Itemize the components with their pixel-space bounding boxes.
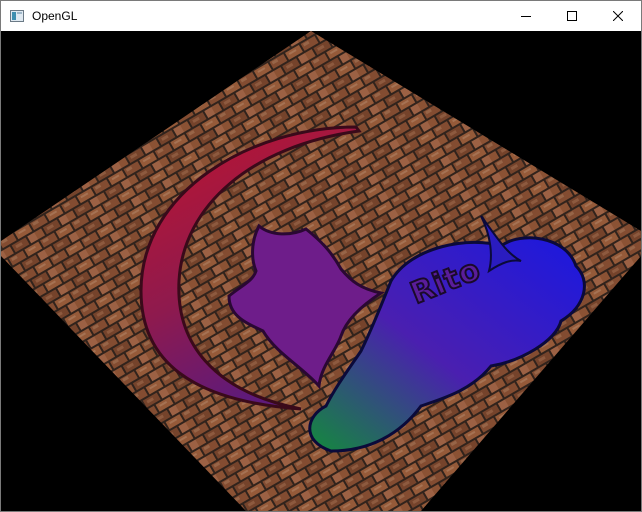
opengl-window: OpenGL Rito <box>0 0 642 512</box>
close-button[interactable] <box>595 1 641 31</box>
app-icon <box>10 10 24 22</box>
render-viewport[interactable]: Rito <box>1 31 641 511</box>
minimize-button[interactable] <box>503 1 549 31</box>
maximize-icon <box>567 11 577 21</box>
close-icon <box>613 11 623 21</box>
minimize-icon <box>521 16 531 17</box>
window-title: OpenGL <box>32 9 78 23</box>
maximize-button[interactable] <box>549 1 595 31</box>
rendered-scene: Rito <box>1 31 641 511</box>
title-bar[interactable]: OpenGL <box>1 1 641 31</box>
